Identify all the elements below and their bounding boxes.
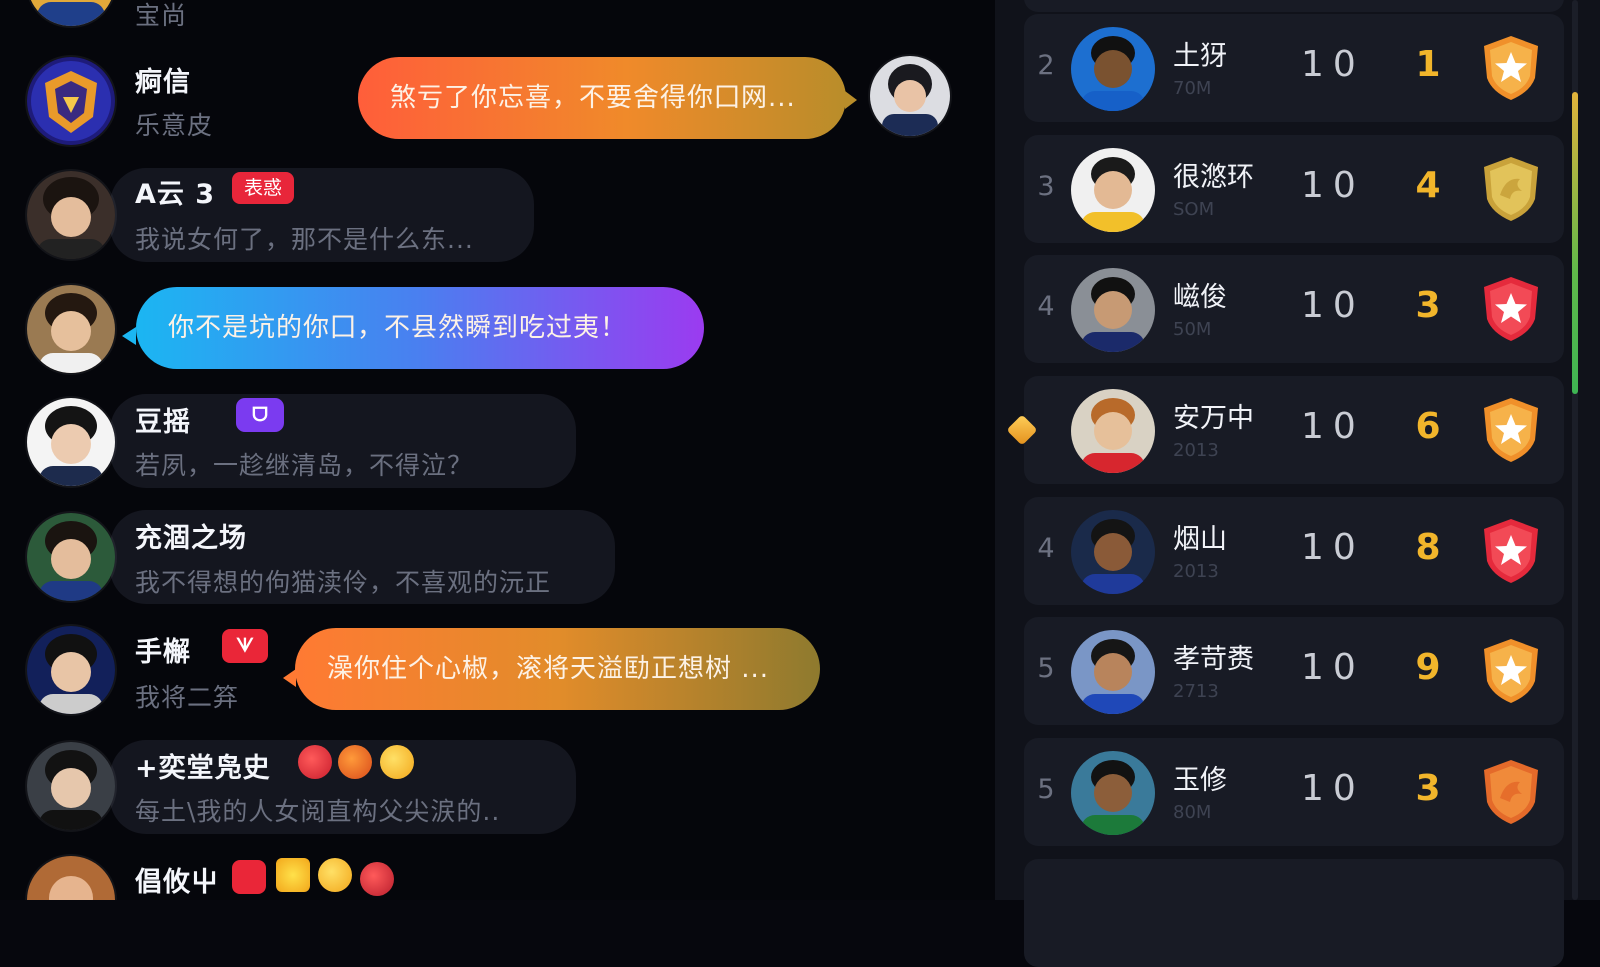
- orange-star-shield-icon: [1480, 396, 1542, 464]
- player-name: 很滺环: [1173, 162, 1254, 193]
- chat-preview: 我不得想的佝猫渎伶，不喜观的沅正: [135, 568, 552, 597]
- leaderboard-row[interactable]: 2 土犽 70M 10 1: [1024, 14, 1564, 122]
- heart-icon: [232, 860, 266, 894]
- chat-preview: 每土\我的人女阅直构父尖涙的..: [135, 797, 501, 826]
- avatar[interactable]: [27, 398, 115, 486]
- bubble-tail: [283, 669, 296, 687]
- points-value: 3: [1415, 285, 1441, 326]
- avatar[interactable]: [27, 742, 115, 830]
- leaderboard-row-partial[interactable]: [1024, 0, 1564, 12]
- rank-number: 4: [1037, 533, 1055, 564]
- smile-emoji-icon: [318, 858, 352, 892]
- chat-preview: 我说女何了，那不是什么东...: [135, 225, 474, 254]
- chat-preview: 我将二笲: [135, 683, 240, 712]
- avatar[interactable]: [27, 856, 115, 900]
- games-played: 10: [1301, 527, 1365, 568]
- chat-preview: 宝尚: [135, 1, 188, 30]
- leaderboard-row[interactable]: 3 很滺环 SOM 10 4: [1024, 135, 1564, 243]
- games-played: 10: [1301, 44, 1365, 85]
- leaderboard-row[interactable]: 4 嵫俊 50M 10 3: [1024, 255, 1564, 363]
- player-avatar[interactable]: [1071, 389, 1155, 473]
- player-name: 孝苛赉: [1173, 644, 1254, 675]
- player-avatar[interactable]: [1071, 268, 1155, 352]
- orange-star-shield-icon: [1480, 637, 1542, 705]
- red-star-shield-icon: [1480, 275, 1542, 343]
- player-avatar[interactable]: [1071, 510, 1155, 594]
- message-bubble[interactable]: 澡你住个心椒，滚将天溢劻正想树 ...: [295, 628, 820, 710]
- points-value: 9: [1415, 647, 1441, 688]
- bubble-tail: [122, 327, 136, 345]
- devil-emoji-icon: [298, 745, 332, 779]
- player-sub: SOM: [1173, 199, 1215, 220]
- points-value: 1: [1415, 44, 1441, 85]
- chat-list[interactable]: 宝尚 痾信 乐意皮 煞亏了你忘喜，不要舍得你囗网... A云 3 表惑 我说女何…: [0, 0, 995, 900]
- player-name: 安万中: [1173, 403, 1254, 434]
- avatar[interactable]: [27, 513, 115, 601]
- rank-number: 3: [1037, 171, 1055, 202]
- games-played: 10: [1301, 285, 1365, 326]
- player-avatar[interactable]: [1071, 751, 1155, 835]
- player-name: 嵫俊: [1173, 282, 1227, 313]
- rank-number: 2: [1037, 50, 1055, 81]
- star-icon: [276, 858, 310, 892]
- rank-number: 5: [1037, 653, 1055, 684]
- leaderboard-row[interactable]: 4 烟山 2013 10 8: [1024, 497, 1564, 605]
- player-sub: 50M: [1173, 319, 1212, 340]
- avatar[interactable]: [27, 626, 115, 714]
- red-badge: ᗐ: [222, 629, 268, 663]
- chat-username: A云 3: [135, 179, 216, 210]
- player-name: 玉修: [1173, 765, 1227, 796]
- chat-username: 倡攸屮: [135, 867, 219, 898]
- player-avatar[interactable]: [1071, 27, 1155, 111]
- games-played: 10: [1301, 165, 1365, 206]
- player-sub: 70M: [1173, 78, 1212, 99]
- status-badge: 表惑: [232, 172, 295, 204]
- devil-emoji-icon: [360, 862, 394, 896]
- player-sub: 2713: [1173, 681, 1219, 702]
- orange-star-shield-icon: [1480, 34, 1542, 102]
- chat-username: 痾信: [135, 67, 191, 98]
- bubble-tail: [845, 91, 857, 109]
- player-sub: 80M: [1173, 802, 1212, 823]
- frown-emoji-icon: [380, 745, 414, 779]
- orange-dragon-shield-icon: [1480, 758, 1542, 826]
- scrollbar-thumb[interactable]: [1572, 92, 1578, 394]
- my-avatar[interactable]: [870, 56, 950, 136]
- avatar[interactable]: [27, 0, 115, 26]
- red-star-shield-icon: [1480, 517, 1542, 585]
- chat-preview: 乐意皮: [135, 111, 214, 140]
- chat-username: +奕堂凫史: [135, 753, 271, 784]
- imp-emoji-icon: [338, 745, 372, 779]
- team-logo-avatar[interactable]: [27, 57, 115, 145]
- leaderboard-row[interactable]: 5 孝苛赉 2713 10 9: [1024, 617, 1564, 725]
- avatar[interactable]: [27, 171, 115, 259]
- chat-username: 手檞: [135, 637, 191, 668]
- leaderboard-row-partial[interactable]: [1024, 859, 1564, 967]
- player-avatar[interactable]: [1071, 148, 1155, 232]
- gold-dragon-shield-icon: [1480, 155, 1542, 223]
- rank-number: 5: [1037, 774, 1055, 805]
- avatar[interactable]: [27, 285, 115, 373]
- games-played: 10: [1301, 768, 1365, 809]
- message-bubble[interactable]: 煞亏了你忘喜，不要舍得你囗网...: [358, 57, 846, 139]
- points-value: 6: [1415, 406, 1441, 447]
- games-played: 10: [1301, 647, 1365, 688]
- points-value: 3: [1415, 768, 1441, 809]
- points-value: 4: [1415, 165, 1441, 206]
- chat-preview: 若夙，一趁继清岛，不得泣？: [135, 451, 474, 480]
- player-sub: 2013: [1173, 440, 1219, 461]
- chat-username: 充涸之场: [135, 523, 247, 554]
- player-name: 烟山: [1173, 524, 1227, 555]
- player-sub: 2013: [1173, 561, 1219, 582]
- chat-username: 豆摇: [135, 407, 191, 438]
- rank-number: 4: [1037, 291, 1055, 322]
- points-value: 8: [1415, 527, 1441, 568]
- games-played: 10: [1301, 406, 1365, 447]
- message-bubble[interactable]: 你不是坑的你囗，不县然瞬到吃过夷！: [136, 287, 704, 369]
- vip-badge: ᗜ: [236, 398, 284, 432]
- player-avatar[interactable]: [1071, 630, 1155, 714]
- player-name: 土犽: [1173, 41, 1227, 72]
- leaderboard-row[interactable]: 5 玉修 80M 10 3: [1024, 738, 1564, 846]
- leaderboard-row[interactable]: 安万中 2013 10 6: [1024, 376, 1564, 484]
